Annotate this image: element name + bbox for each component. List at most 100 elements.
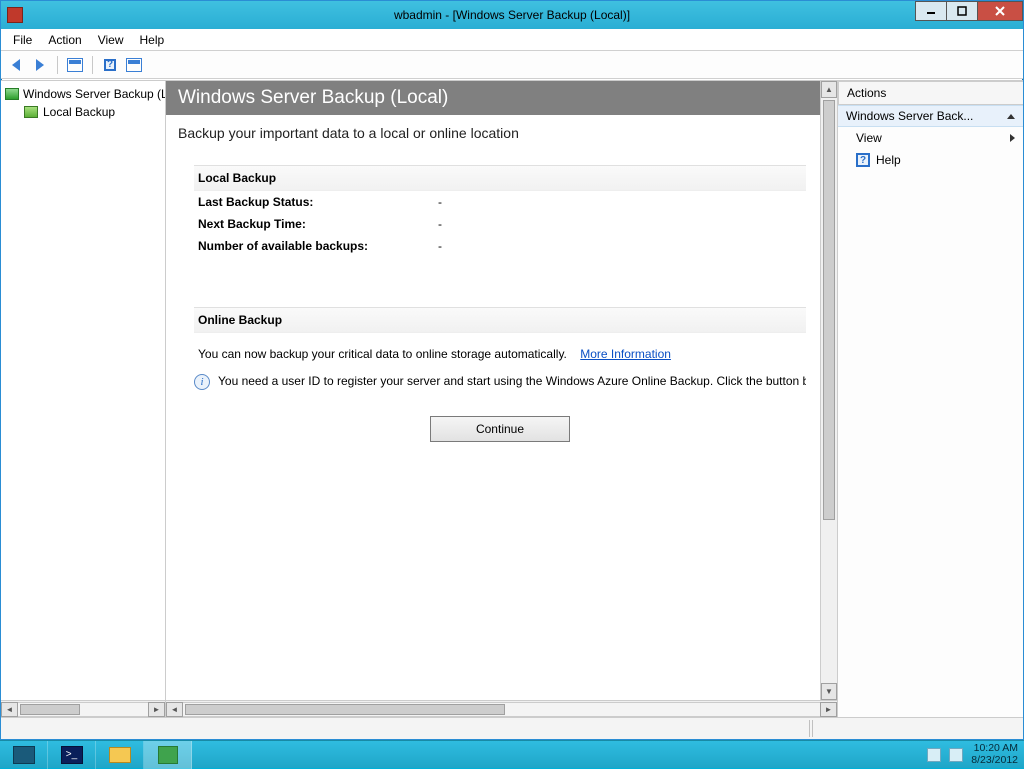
- action-help[interactable]: ? Help: [838, 149, 1023, 171]
- minimize-button[interactable]: [915, 1, 947, 21]
- powershell-icon: >_: [61, 746, 83, 764]
- scroll-right-button[interactable]: ►: [820, 702, 837, 717]
- more-information-link[interactable]: More Information: [580, 347, 671, 361]
- detail-vertical-scrollbar[interactable]: ▲ ▼: [820, 81, 837, 700]
- forward-button[interactable]: [29, 54, 51, 76]
- scroll-track[interactable]: [183, 702, 820, 717]
- online-backup-blurb-row: You can now backup your critical data to…: [194, 333, 806, 368]
- app-icon: [7, 7, 23, 23]
- taskbar-explorer[interactable]: [96, 741, 144, 769]
- system-tray: 10:20 AM 8/23/2012: [921, 743, 1024, 765]
- help-icon: ?: [104, 59, 116, 71]
- next-backup-time-value: -: [438, 217, 442, 231]
- tray-network-icon[interactable]: [949, 748, 963, 762]
- last-backup-status-value: -: [438, 195, 442, 209]
- folder-icon: [109, 747, 131, 763]
- start-icon: [13, 746, 35, 764]
- taskbar-powershell[interactable]: >_: [48, 741, 96, 769]
- action-view[interactable]: View: [838, 127, 1023, 149]
- window-controls: [916, 1, 1023, 21]
- taskbar: >_ 10:20 AM 8/23/2012: [0, 740, 1024, 768]
- work-area: Windows Server Backup (Local) Local Back…: [1, 80, 1023, 717]
- start-button[interactable]: [0, 741, 48, 769]
- window-title: wbadmin - [Windows Server Backup (Local)…: [1, 8, 1023, 22]
- info-icon: i: [194, 374, 210, 390]
- scroll-right-button[interactable]: ►: [148, 702, 165, 717]
- detail-horizontal-scrollbar[interactable]: ◄ ►: [166, 700, 837, 717]
- close-button[interactable]: [977, 1, 1023, 21]
- scroll-track[interactable]: [821, 98, 837, 683]
- online-backup-blurb: You can now backup your critical data to…: [198, 347, 567, 361]
- tree-pane: Windows Server Backup (Local) Local Back…: [1, 81, 166, 717]
- backup-count-label: Number of available backups:: [198, 239, 438, 253]
- online-info-row: i You need a user ID to register your se…: [194, 368, 806, 396]
- scroll-thumb[interactable]: [20, 704, 80, 715]
- menu-bar: File Action View Help: [1, 29, 1023, 51]
- title-bar[interactable]: wbadmin - [Windows Server Backup (Local)…: [1, 1, 1023, 29]
- tree-horizontal-scrollbar[interactable]: ◄ ►: [1, 700, 165, 717]
- collapse-icon: [1007, 114, 1015, 119]
- last-backup-status-row: Last Backup Status: -: [194, 191, 806, 213]
- online-backup-title: Online Backup: [194, 307, 806, 333]
- actions-pane: Actions Windows Server Back... View ? He…: [838, 81, 1023, 717]
- tray-time: 10:20 AM: [971, 743, 1018, 754]
- scroll-up-button[interactable]: ▲: [821, 81, 837, 98]
- scroll-down-button[interactable]: ▼: [821, 683, 837, 700]
- online-info-text: You need a user ID to register your serv…: [218, 374, 806, 388]
- console-tree[interactable]: Windows Server Backup (Local) Local Back…: [1, 81, 165, 700]
- local-backup-section: Local Backup Last Backup Status: - Next …: [194, 165, 806, 257]
- scroll-thumb[interactable]: [823, 100, 835, 520]
- tree-root-node[interactable]: Windows Server Backup (Local): [1, 85, 165, 103]
- app-window: wbadmin - [Windows Server Backup (Local)…: [0, 0, 1024, 740]
- detail-pane: Windows Server Backup (Local) Backup you…: [166, 81, 838, 717]
- backup-count-row: Number of available backups: -: [194, 235, 806, 257]
- actions-group-label: Windows Server Back...: [846, 109, 973, 123]
- tray-flag-icon[interactable]: [927, 748, 941, 762]
- toolbar: ?: [1, 51, 1023, 79]
- backup-count-value: -: [438, 239, 442, 253]
- menu-action[interactable]: Action: [40, 31, 89, 49]
- show-hide-action-button[interactable]: [123, 54, 145, 76]
- tray-date: 8/23/2012: [971, 755, 1018, 766]
- arrow-right-icon: [36, 59, 44, 71]
- taskbar-wbadmin[interactable]: [144, 741, 192, 769]
- backup-root-icon: [5, 86, 19, 102]
- scroll-left-button[interactable]: ◄: [1, 702, 18, 717]
- online-backup-section: Online Backup You can now backup your cr…: [194, 307, 806, 442]
- menu-view[interactable]: View: [90, 31, 132, 49]
- menu-file[interactable]: File: [5, 31, 40, 49]
- chevron-right-icon: [1010, 134, 1015, 142]
- help-button[interactable]: ?: [99, 54, 121, 76]
- status-bar-grip[interactable]: [809, 720, 813, 737]
- tree-child-label: Local Backup: [43, 105, 115, 119]
- actions-group-header[interactable]: Windows Server Back...: [838, 105, 1023, 127]
- tree-root-label: Windows Server Backup (Local): [23, 87, 165, 101]
- back-button[interactable]: [5, 54, 27, 76]
- backup-icon: [158, 746, 178, 764]
- actions-header: Actions: [838, 81, 1023, 105]
- local-backup-title: Local Backup: [194, 165, 806, 191]
- panel-icon: [126, 58, 142, 72]
- help-icon: ?: [856, 153, 870, 167]
- tray-clock[interactable]: 10:20 AM 8/23/2012: [971, 743, 1018, 765]
- panel-icon: [67, 58, 83, 72]
- tree-child-node[interactable]: Local Backup: [1, 103, 165, 121]
- scroll-left-button[interactable]: ◄: [166, 702, 183, 717]
- continue-button[interactable]: Continue: [430, 416, 570, 442]
- status-bar: [1, 717, 1023, 739]
- last-backup-status-label: Last Backup Status:: [198, 195, 438, 209]
- next-backup-time-row: Next Backup Time: -: [194, 213, 806, 235]
- action-help-label: Help: [876, 153, 901, 167]
- toolbar-separator: [92, 56, 93, 74]
- next-backup-time-label: Next Backup Time:: [198, 217, 438, 231]
- scroll-thumb[interactable]: [185, 704, 505, 715]
- maximize-button[interactable]: [946, 1, 978, 21]
- detail-header: Windows Server Backup (Local): [166, 81, 820, 115]
- scroll-track[interactable]: [18, 702, 148, 717]
- arrow-left-icon: [12, 59, 20, 71]
- toolbar-separator: [57, 56, 58, 74]
- detail-subtitle: Backup your important data to a local or…: [166, 115, 820, 145]
- menu-help[interactable]: Help: [132, 31, 173, 49]
- action-view-label: View: [856, 131, 882, 145]
- show-hide-tree-button[interactable]: [64, 54, 86, 76]
